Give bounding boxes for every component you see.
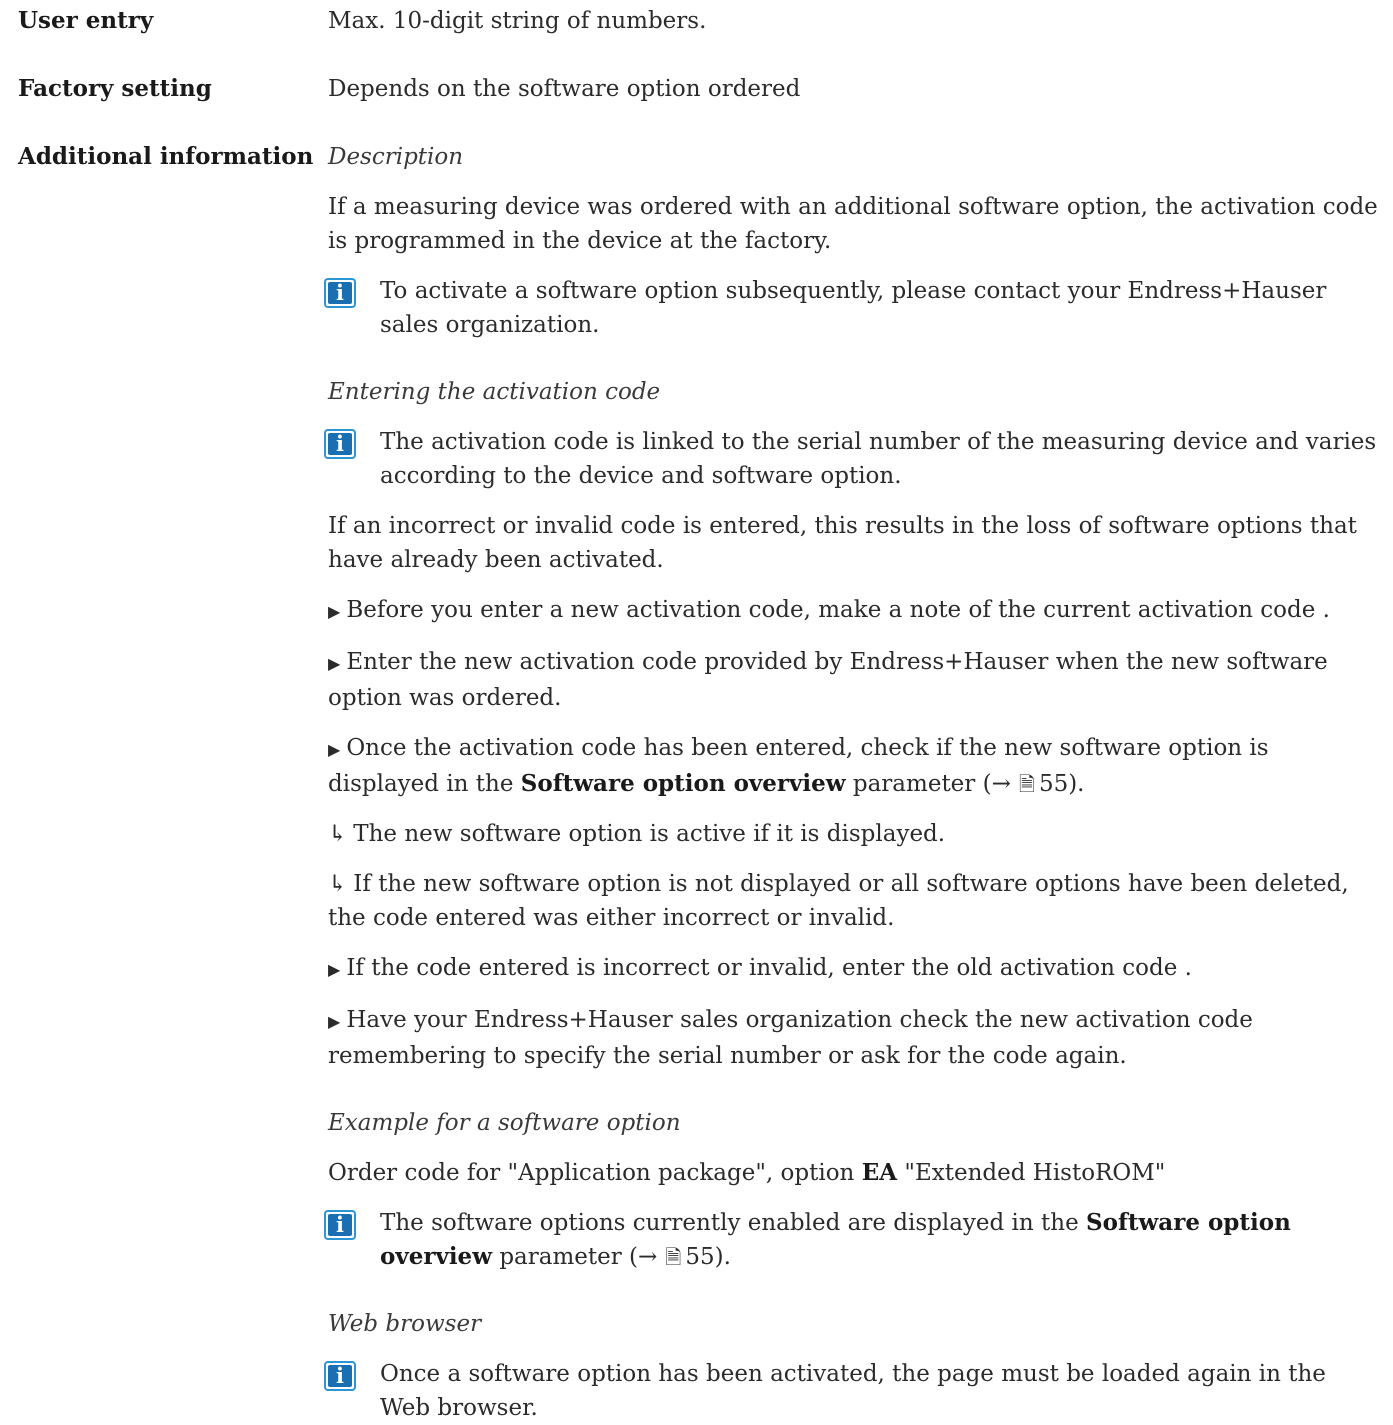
factory-setting-value: Depends on the software option ordered xyxy=(328,76,801,102)
result-1: ↳ The new software option is active if it… xyxy=(328,817,1378,851)
entering-heading: Entering the activation code xyxy=(328,379,661,405)
result-1-text: The new software option is active if it … xyxy=(353,821,946,847)
step-1: ▶ Before you enter a new activation code,… xyxy=(328,593,1378,629)
info-icon: i xyxy=(324,429,356,459)
result-arrow-icon: ↳ xyxy=(328,821,348,847)
bullet-arrow-icon: ▶ xyxy=(328,602,341,621)
result-2-text: If the new software option is not displa… xyxy=(328,871,1349,931)
step-3-page[interactable]: 55). xyxy=(1039,771,1085,797)
web-browser-heading: Web browser xyxy=(328,1311,482,1337)
note-enabled-post: parameter (→ xyxy=(499,1244,658,1270)
step-2-text: Enter the new activation code provided b… xyxy=(328,649,1328,711)
description-heading: Description xyxy=(328,144,464,170)
note-enabled-pre: The software options currently enabled a… xyxy=(380,1210,1079,1236)
user-entry-label: User entry xyxy=(18,7,154,34)
result-2: ↳ If the new software option is not displ… xyxy=(328,867,1378,935)
info-note-web-text: Once a software option has been activate… xyxy=(380,1361,1326,1421)
info-note-serial: i The activation code is linked to the s… xyxy=(324,425,1378,493)
info-note-enabled: i The software options currently enabled… xyxy=(324,1206,1378,1274)
option-code: EA xyxy=(861,1159,898,1186)
step-1-text: Before you enter a new activation code, … xyxy=(346,597,1330,623)
description-paragraph: If a measuring device was ordered with a… xyxy=(328,194,1378,254)
step-5: ▶ Have your Endress+Hauser sales organiza… xyxy=(328,1003,1378,1073)
page-reference-icon: 🗎 xyxy=(1018,772,1035,796)
bullet-arrow-icon: ▶ xyxy=(328,960,341,979)
step-5-text: Have your Endress+Hauser sales organizat… xyxy=(328,1007,1253,1069)
additional-info-label: Additional information xyxy=(18,143,314,170)
example-paragraph: Order code for "Application package", op… xyxy=(328,1156,1378,1190)
example-paragraph-pre: Order code for "Application package", op… xyxy=(328,1160,855,1186)
factory-setting-label: Factory setting xyxy=(18,75,212,102)
info-icon: i xyxy=(324,278,356,308)
page-reference-icon: 🗎 xyxy=(665,1245,682,1269)
software-option-overview-link[interactable]: Software option overview xyxy=(521,770,846,797)
example-heading: Example for a software option xyxy=(328,1110,681,1136)
example-paragraph-post: "Extended HistoROM" xyxy=(904,1160,1166,1186)
info-note-web: i Once a software option has been activa… xyxy=(324,1357,1378,1425)
info-note-serial-text: The activation code is linked to the ser… xyxy=(380,429,1377,489)
info-note-contact-text: To activate a software option subsequent… xyxy=(380,278,1327,338)
result-arrow-icon: ↳ xyxy=(328,871,348,897)
step-3: ▶ Once the activation code has been enter… xyxy=(328,731,1378,801)
info-icon: i xyxy=(324,1361,356,1391)
step-3-post-text: parameter (→ xyxy=(852,771,1011,797)
step-2: ▶ Enter the new activation code provided … xyxy=(328,645,1378,715)
step-4-text: If the code entered is incorrect or inva… xyxy=(346,955,1192,981)
info-note-enabled-text: The software options currently enabled a… xyxy=(380,1206,1378,1274)
step-4: ▶ If the code entered is incorrect or inv… xyxy=(328,951,1378,987)
entering-paragraph: If an incorrect or invalid code is enter… xyxy=(328,513,1357,573)
user-entry-value: Max. 10-digit string of numbers. xyxy=(328,8,707,34)
info-icon: i xyxy=(324,1210,356,1240)
note-enabled-page[interactable]: 55). xyxy=(685,1244,731,1270)
info-note-contact: i To activate a software option subseque… xyxy=(324,274,1378,342)
bullet-arrow-icon: ▶ xyxy=(328,654,341,673)
bullet-arrow-icon: ▶ xyxy=(328,1012,341,1031)
additional-info-content: Description If a measuring device was or… xyxy=(324,140,1378,1425)
bullet-arrow-icon: ▶ xyxy=(328,740,341,759)
